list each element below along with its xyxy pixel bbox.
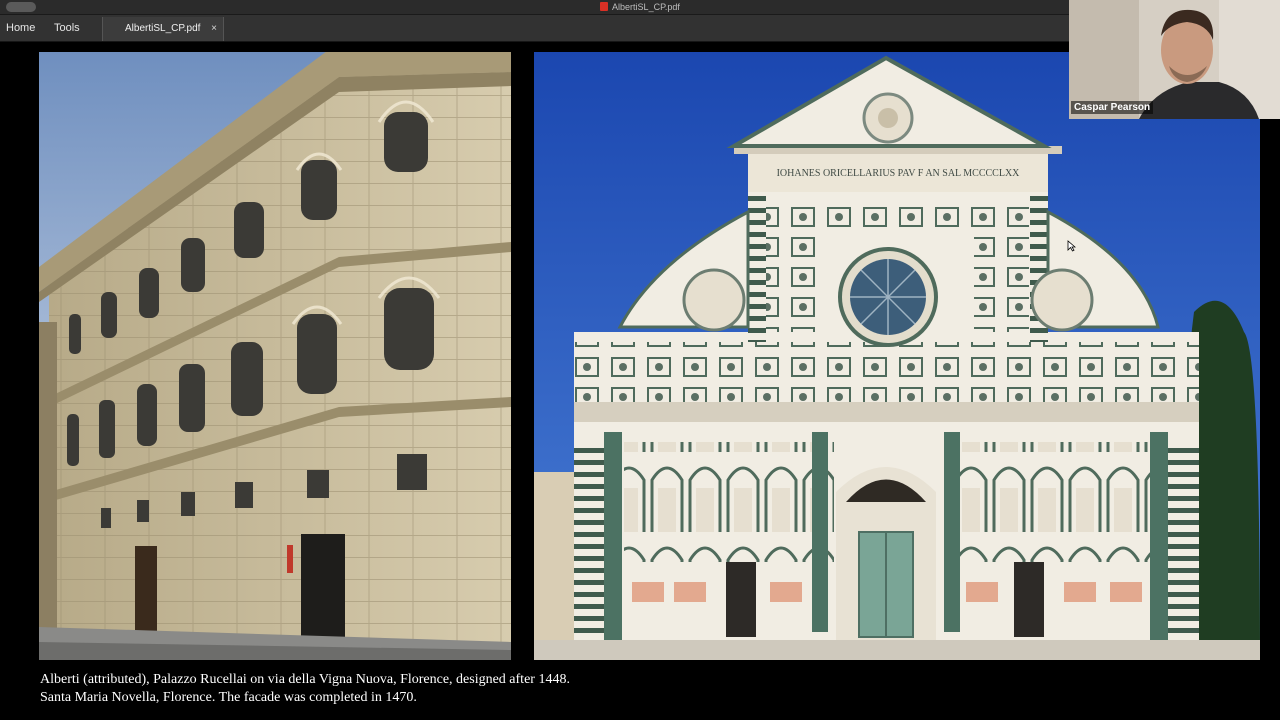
facade-inscription: IOHANES ORICELLARIUS PAV F AN SAL MCCCCL… bbox=[777, 168, 1021, 179]
santa-maria-novella-image: IOHANES ORICELLARIUS PAV F AN SAL MCCCCL… bbox=[534, 52, 1260, 660]
caption-line-1: Alberti (attributed), Palazzo Rucellai o… bbox=[40, 672, 570, 687]
caption-line-2: Santa Maria Novella, Florence. The facad… bbox=[40, 690, 417, 705]
pdf-file-icon bbox=[600, 2, 609, 11]
menu-tools[interactable]: Tools bbox=[54, 15, 80, 41]
close-icon[interactable]: × bbox=[211, 17, 217, 41]
pointer-cursor-icon bbox=[1067, 240, 1076, 252]
menu-home[interactable]: Home bbox=[6, 15, 35, 41]
tab-document[interactable]: AlbertiSL_CP.pdf × bbox=[102, 17, 224, 41]
slide-caption: Alberti (attributed), Palazzo Rucellai o… bbox=[40, 671, 940, 707]
palazzo-rucellai-image bbox=[39, 52, 511, 660]
participant-name-label: Caspar Pearson bbox=[1071, 101, 1154, 114]
document-title-text: AlbertiSL_CP.pdf bbox=[612, 2, 680, 12]
tab-document-label: AlbertiSL_CP.pdf bbox=[125, 23, 201, 34]
